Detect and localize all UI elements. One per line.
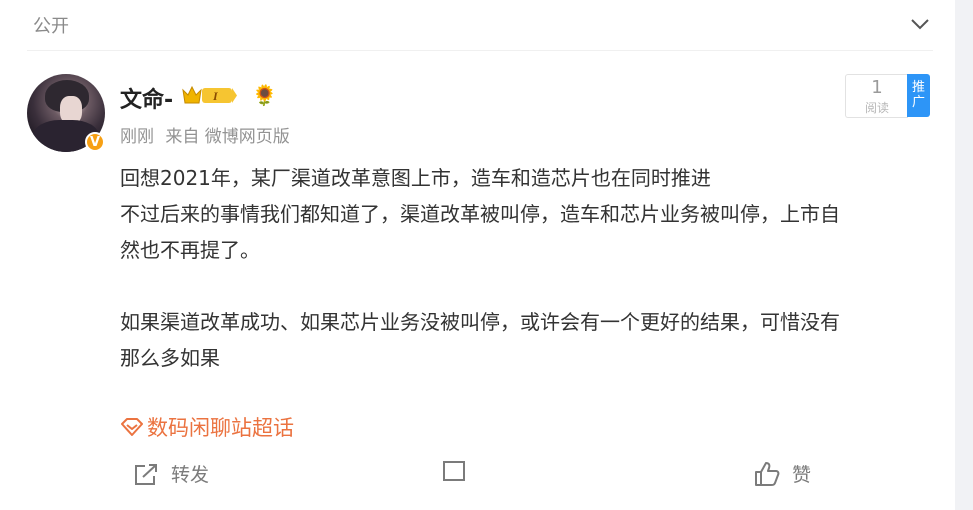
topic-label: 数码闲聊站超话 bbox=[147, 416, 294, 440]
verified-badge: V bbox=[85, 132, 105, 152]
post-source: 来自 微博网页版 bbox=[165, 127, 290, 147]
membership-level-icon[interactable]: I bbox=[180, 83, 238, 107]
post-time[interactable]: 刚刚 bbox=[120, 127, 154, 147]
comment-icon bbox=[443, 461, 465, 481]
sunflower-icon: 🌻 bbox=[252, 83, 277, 107]
share-icon bbox=[135, 463, 157, 485]
read-count: 1 bbox=[871, 77, 883, 98]
post-meta: 刚刚 来自 微博网页版 bbox=[120, 122, 296, 147]
page-scrollbar[interactable] bbox=[955, 0, 973, 510]
like-button[interactable]: 赞 bbox=[754, 460, 811, 487]
thumbs-up-icon bbox=[755, 461, 780, 486]
read-count-box: 1 阅读 bbox=[845, 74, 908, 118]
super-topic-icon bbox=[121, 418, 143, 436]
visibility-label: 公开 bbox=[33, 16, 69, 37]
topic-link[interactable]: 数码闲聊站超话 bbox=[120, 412, 294, 442]
avatar[interactable]: V bbox=[27, 74, 105, 152]
post-line: 回想2021年，某厂渠道改革意图上市，造车和造芯片也在同时推进 bbox=[120, 166, 711, 190]
action-bar: 转发 赞 bbox=[0, 450, 955, 500]
like-label: 赞 bbox=[792, 464, 812, 486]
comment-button[interactable] bbox=[442, 460, 480, 488]
post-text: 回想2021年，某厂渠道改革意图上市，造车和造芯片也在同时推进 不过后来的事情我… bbox=[120, 160, 935, 376]
forward-label: 转发 bbox=[171, 464, 210, 486]
promote-button[interactable]: 推广 bbox=[907, 74, 930, 117]
post-line: 如果渠道改革成功、如果芯片业务没被叫停，或许会有一个更好的结果，可惜没有 bbox=[120, 310, 840, 334]
forward-button[interactable]: 转发 bbox=[133, 460, 209, 487]
post-line: 然也不再提了。 bbox=[120, 238, 260, 262]
card-header: 公开 bbox=[0, 0, 955, 50]
header-divider bbox=[27, 50, 933, 51]
read-label: 阅读 bbox=[864, 101, 889, 115]
post-card: 公开 V 文命- I 🌻 刚刚 来自 微博网页版 1 阅读 推广 回想2021年… bbox=[0, 0, 955, 510]
username[interactable]: 文命- bbox=[120, 82, 173, 114]
post-line: 不过后来的事情我们都知道了，渠道改革被叫停，造车和芯片业务被叫停，上市自 bbox=[120, 202, 840, 226]
post-line: 那么多如果 bbox=[120, 346, 220, 370]
chevron-down-icon[interactable] bbox=[908, 12, 932, 36]
